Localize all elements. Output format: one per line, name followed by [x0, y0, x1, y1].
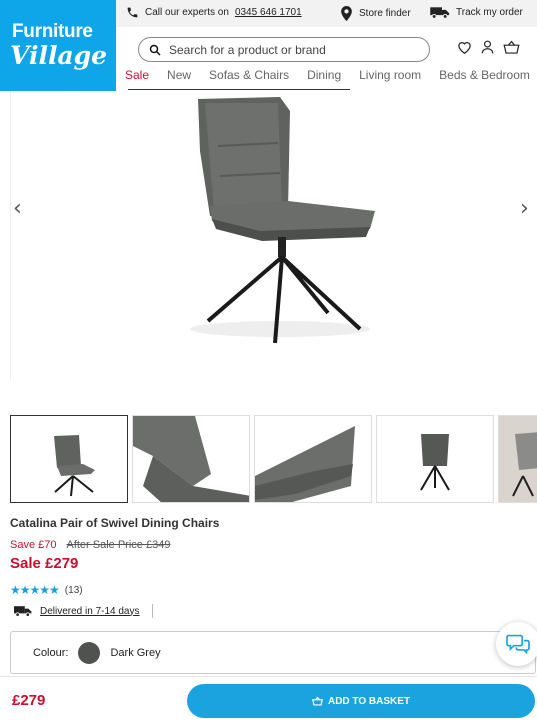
delivery-divider — [151, 604, 153, 618]
track-order-label: Track my order — [456, 7, 523, 18]
thumbnail-5[interactable] — [498, 415, 537, 503]
wishlist-heart-icon[interactable] — [457, 40, 472, 54]
thumbnail-4[interactable] — [376, 415, 494, 503]
store-finder-link[interactable]: Store finder — [340, 6, 411, 21]
basket-icon[interactable] — [503, 40, 520, 54]
call-experts: Call our experts on 0345 646 1701 — [126, 6, 302, 19]
header-icons — [457, 40, 520, 54]
add-to-basket-button[interactable]: ADD TO BASKET — [187, 684, 535, 718]
track-order-link[interactable]: Track my order — [430, 6, 523, 19]
logo-line2: Village — [10, 40, 108, 70]
colour-value: Dark Grey — [110, 646, 161, 659]
carousel-divider — [10, 91, 11, 381]
store-finder-label: Store finder — [359, 8, 411, 19]
delivery-truck-icon — [14, 606, 32, 617]
colour-label: Colour: — [33, 646, 69, 659]
delivery-info: Delivered in 7-14 days — [14, 604, 153, 618]
product-title: Catalina Pair of Swivel Dining Chairs — [10, 516, 220, 530]
product-main-image — [190, 97, 375, 344]
was-price: After Sale Price £349 — [66, 539, 171, 551]
rating-summary[interactable]: ★★★★★ (13) — [10, 583, 83, 597]
top-bar: Call our experts on 0345 646 1701 Store … — [116, 0, 537, 27]
truck-icon — [430, 7, 450, 19]
nav-item-beds-bedroom[interactable]: Beds & Bedroom — [439, 68, 530, 82]
review-count[interactable]: (13) — [65, 585, 83, 596]
nav-underline — [128, 89, 350, 90]
chat-bubbles-icon — [506, 634, 530, 655]
phone-number-link[interactable]: 0345 646 1701 — [235, 7, 302, 18]
nav-item-dining[interactable]: Dining — [307, 68, 341, 82]
nav-item-new[interactable]: New — [167, 68, 191, 82]
thumbnail-strip — [10, 415, 537, 503]
save-amount: Save £70 — [10, 539, 57, 551]
delivery-link[interactable]: Delivered in 7-14 days — [40, 606, 140, 617]
search-bar[interactable] — [138, 37, 430, 62]
basket-icon — [312, 696, 323, 706]
colour-selector[interactable]: Colour: Dark Grey — [10, 631, 536, 674]
nav-item-living-room[interactable]: Living room — [359, 68, 421, 82]
rating-stars-icon: ★★★★★ — [10, 583, 60, 597]
carousel-next-icon[interactable]: › — [520, 196, 529, 221]
search-icon[interactable] — [149, 44, 161, 56]
location-pin-icon — [341, 6, 352, 21]
nav-item-sofas-chairs[interactable]: Sofas & Chairs — [209, 68, 289, 82]
add-to-basket-label: ADD TO BASKET — [327, 695, 411, 707]
live-chat-button[interactable] — [496, 622, 537, 666]
product-image-carousel[interactable]: ‹ › — [0, 91, 537, 391]
thumbnail-2[interactable] — [132, 415, 250, 503]
sticky-purchase-bar: £279 ADD TO BASKET — [0, 676, 537, 724]
logo-line1: Furniture — [12, 20, 93, 42]
sale-price: Sale £279 — [10, 555, 79, 572]
search-input[interactable] — [169, 42, 409, 57]
account-user-icon[interactable] — [481, 40, 494, 54]
price-savings: Save £70 After Sale Price £349 — [10, 539, 170, 551]
sticky-price: £279 — [12, 692, 46, 709]
nav-item-sale[interactable]: Sale — [125, 68, 149, 82]
furniture-village-logo[interactable]: Furniture Village — [0, 0, 116, 91]
colour-swatch[interactable] — [78, 641, 101, 664]
thumbnail-3[interactable] — [254, 415, 372, 503]
site-header: Furniture Village Call our experts on 03… — [0, 0, 537, 91]
carousel-prev-icon[interactable]: ‹ — [13, 196, 22, 221]
phone-icon — [127, 7, 138, 18]
call-text: Call our experts on — [145, 7, 229, 18]
thumbnail-1[interactable] — [10, 415, 128, 503]
main-nav: Sale New Sofas & Chairs Dining Living ro… — [125, 68, 530, 82]
